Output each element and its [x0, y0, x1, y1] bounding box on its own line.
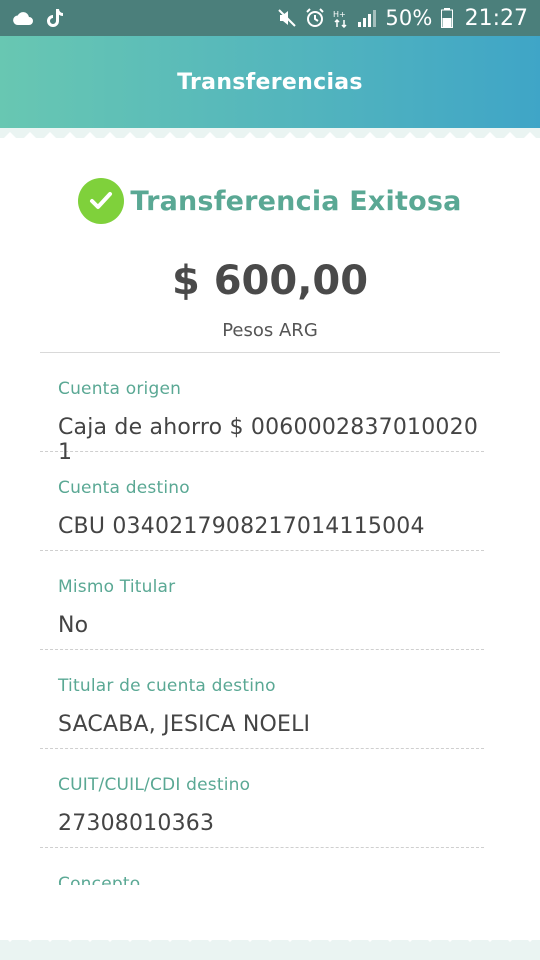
- receipt-edge-bottom: [0, 932, 540, 942]
- status-bar-left: [12, 8, 64, 28]
- detail-label: Mismo Titular: [58, 577, 176, 597]
- page-title: Transferencias: [177, 69, 363, 95]
- status-bar: H+ 50% 21:27: [0, 0, 540, 36]
- status-bar-right: H+ 50% 21:27: [277, 6, 528, 31]
- detail-label: Cuenta origen: [58, 379, 182, 399]
- detail-label: Cuenta destino: [58, 478, 190, 498]
- battery-percent: 50%: [385, 6, 433, 30]
- tiktok-icon: [46, 8, 64, 28]
- detail-label: Concepto: [58, 874, 141, 885]
- detail-value: CBU 0340217908217014115004: [58, 514, 425, 539]
- mute-icon: [277, 8, 297, 28]
- cloud-icon: [12, 10, 34, 26]
- currency-label: Pesos ARG: [222, 320, 318, 341]
- data-transfer-icon: H+: [333, 8, 349, 28]
- app-header: Transferencias: [0, 36, 540, 128]
- detail-row-cuenta-origen: Cuenta origen Caja de ahorro $ 006000283…: [40, 353, 484, 465]
- detail-label: Titular de cuenta destino: [58, 676, 276, 696]
- transfer-amount: $ 600,00: [171, 258, 369, 304]
- detail-value: 27308010363: [58, 811, 215, 836]
- battery-icon: [440, 8, 453, 28]
- success-message: Transferencia Exitosa: [130, 185, 462, 217]
- detail-row-mismo-titular: Mismo Titular No: [40, 551, 484, 650]
- alarm-icon: [305, 8, 325, 28]
- checkmark-circle-icon: [78, 178, 125, 224]
- detail-row-cuit-destino: CUIT/CUIL/CDI destino 27308010363: [40, 749, 484, 848]
- detail-label: CUIT/CUIL/CDI destino: [58, 775, 251, 795]
- detail-row-cuenta-destino: Cuenta destino CBU 034021790821701411500…: [40, 452, 484, 551]
- detail-value: No: [58, 613, 89, 638]
- clock: 21:27: [464, 5, 528, 31]
- detail-row-concepto: Concepto: [40, 848, 484, 885]
- detail-row-titular-destino: Titular de cuenta destino SACABA, JESICA…: [40, 650, 484, 749]
- receipt-edge-top: [0, 132, 540, 142]
- success-banner: Transferencia Exitosa: [0, 176, 540, 226]
- detail-value: SACABA, JESICA NOELI: [58, 712, 311, 737]
- signal-icon: [357, 9, 377, 27]
- transfer-details-list[interactable]: Cuenta origen Caja de ahorro $ 006000283…: [40, 353, 484, 885]
- svg-text:H+: H+: [333, 10, 346, 19]
